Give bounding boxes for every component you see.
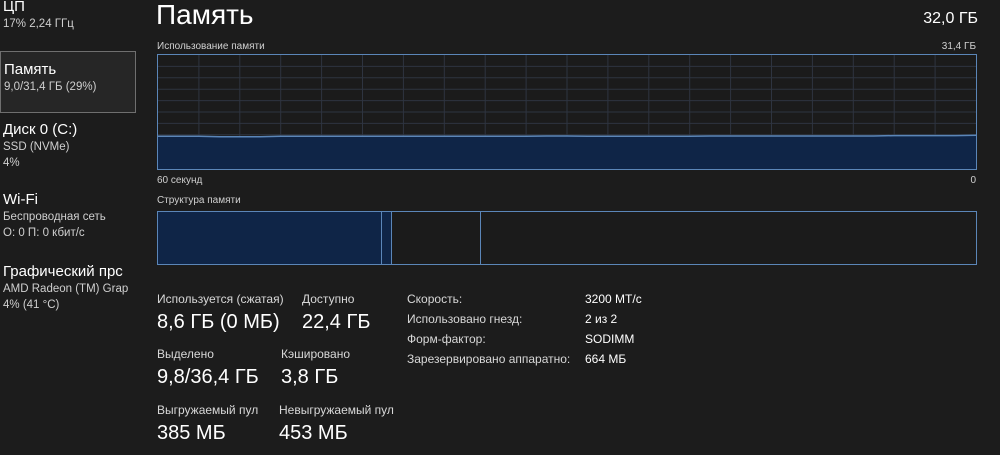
graph-time-span-label: 60 секунд: [157, 175, 203, 186]
sidebar-item-wifi-type: Беспроводная сеть: [3, 211, 106, 223]
stat-committed-value: 9,8/36,4 ГБ: [157, 366, 259, 388]
stat-cached-label: Кэшировано: [281, 347, 351, 361]
detail-speed-label: Скорость:: [407, 292, 463, 306]
performance-sidebar: ЦП 17% 2,24 ГГц Память 9,0/31,4 ГБ (29%)…: [0, 0, 136, 455]
sidebar-item-memory-usage: 9,0/31,4 ГБ (29%): [4, 81, 97, 93]
detail-hardware-reserved-value: 664 МБ: [585, 352, 627, 366]
sidebar-item-wifi-throughput: О: 0 П: 0 кбит/с: [3, 227, 85, 239]
detail-hardware-reserved-label: Зарезервировано аппаратно:: [407, 352, 571, 366]
sidebar-item-wifi-title: Wi-Fi: [3, 191, 38, 208]
sidebar-item-disk-title: Диск 0 (C:): [3, 121, 78, 138]
sidebar-item-wifi[interactable]: Wi-Fi Беспроводная сеть О: 0 П: 0 кбит/с: [0, 191, 136, 247]
memory-composition-label: Структура памяти: [157, 195, 241, 206]
memory-usage-max-label: 31,4 ГБ: [941, 41, 976, 52]
sidebar-item-cpu-usage: 17% 2,24 ГГц: [3, 18, 74, 30]
detail-form-factor-label: Форм-фактор:: [407, 332, 486, 346]
stat-nonpaged-pool-value: 453 МБ: [279, 422, 348, 444]
sidebar-item-gpu[interactable]: Графический прс AMD Radeon (TM) Grap 4% …: [0, 263, 136, 319]
stat-paged-pool-value: 385 МБ: [157, 422, 226, 444]
sidebar-item-disk-usage: 4%: [3, 157, 20, 169]
sidebar-item-gpu-usage: 4% (41 °C): [3, 299, 60, 311]
task-manager-performance-memory: ЦП 17% 2,24 ГГц Память 9,0/31,4 ГБ (29%)…: [0, 0, 1000, 455]
sidebar-item-disk[interactable]: Диск 0 (C:) SSD (NVMe) 4%: [0, 121, 136, 177]
memory-usage-area: [158, 135, 976, 169]
sidebar-item-disk-type: SSD (NVMe): [3, 141, 70, 153]
stat-available-label: Доступно: [302, 292, 355, 306]
detail-form-factor-value: SODIMM: [585, 332, 635, 346]
sidebar-item-gpu-name: AMD Radeon (TM) Grap: [3, 283, 129, 295]
detail-slots-label: Использовано гнезд:: [407, 312, 523, 326]
memory-composition-bar[interactable]: [157, 211, 977, 265]
page-title: Память: [156, 0, 254, 30]
detail-speed-value: 3200 МТ/с: [585, 292, 642, 306]
sidebar-item-memory-title: Память: [4, 61, 57, 78]
memory-usage-chart: [158, 55, 976, 169]
composition-in-use-segment[interactable]: [158, 212, 383, 264]
stat-in-use-value: 8,6 ГБ (0 МБ): [157, 311, 280, 333]
composition-standby-segment[interactable]: [392, 212, 482, 264]
composition-modified-segment[interactable]: [382, 212, 393, 264]
stat-paged-pool-label: Выгружаемый пул: [157, 403, 259, 417]
memory-usage-graph: [157, 54, 977, 170]
memory-usage-label: Использование памяти: [157, 41, 265, 52]
stat-available-value: 22,4 ГБ: [302, 311, 371, 333]
total-memory: 32,0 ГБ: [923, 10, 978, 27]
stat-committed-label: Выделено: [157, 347, 214, 361]
stat-cached-value: 3,8 ГБ: [281, 366, 339, 388]
stat-in-use-label: Используется (сжатая): [157, 292, 284, 306]
graph-time-now-label: 0: [970, 175, 976, 186]
sidebar-item-cpu-title: ЦП: [3, 0, 25, 15]
sidebar-item-memory[interactable]: Память 9,0/31,4 ГБ (29%): [0, 51, 136, 113]
stat-nonpaged-pool-label: Невыгружаемый пул: [279, 403, 394, 417]
sidebar-item-gpu-title: Графический прс: [3, 263, 123, 280]
detail-slots-value: 2 из 2: [585, 312, 618, 326]
sidebar-item-cpu[interactable]: ЦП 17% 2,24 ГГц: [0, 0, 136, 38]
